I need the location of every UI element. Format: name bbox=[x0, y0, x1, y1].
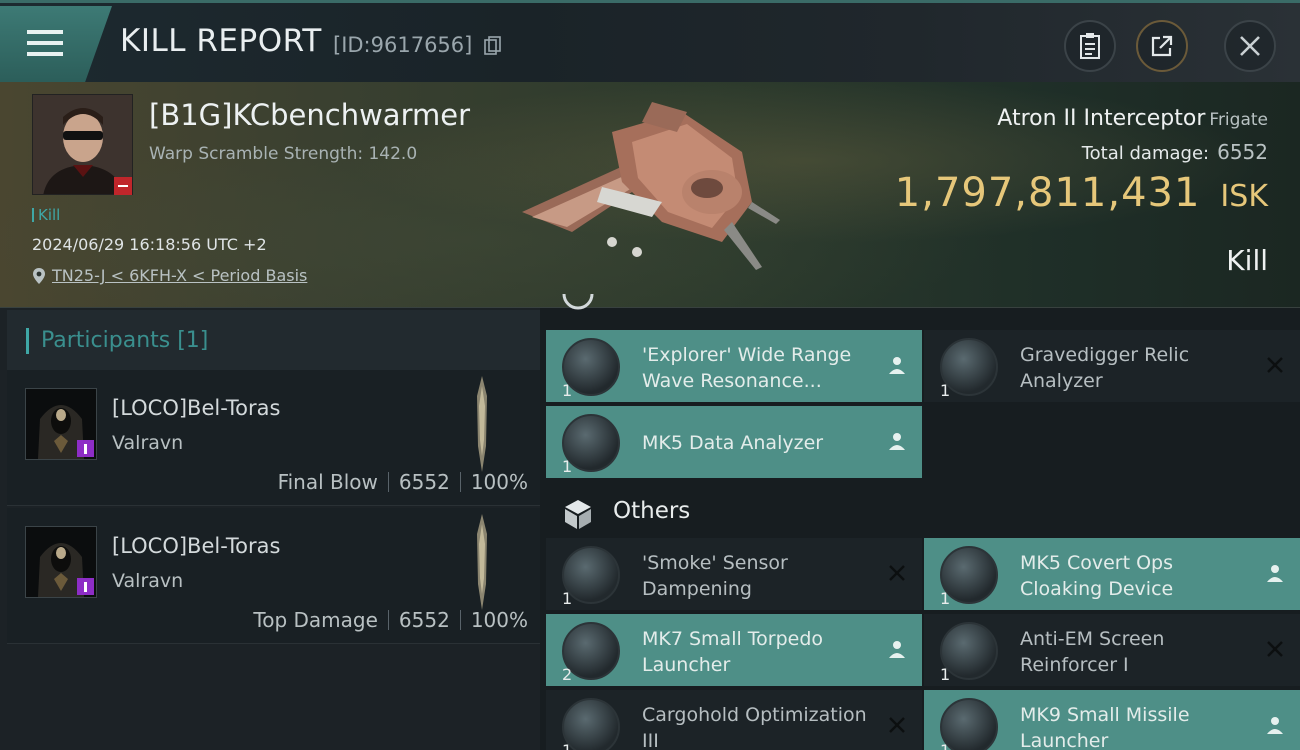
close-button[interactable] bbox=[1224, 20, 1276, 72]
item-row[interactable]: 1 'Smoke' Sensor Dampening bbox=[546, 538, 922, 610]
cube-icon bbox=[565, 500, 591, 529]
kill-tag: Kill bbox=[32, 206, 60, 224]
participants-title: Participants [1] bbox=[41, 328, 209, 353]
location-link[interactable]: TN25-J < 6KFH-X < Period Basis bbox=[52, 266, 307, 285]
report-id: [ID:9617656] bbox=[333, 33, 473, 57]
accent-bar bbox=[26, 328, 29, 354]
destroyed-x-icon bbox=[889, 717, 905, 733]
ship-name[interactable]: Atron II Interceptor Frigate bbox=[997, 106, 1268, 131]
corp-badge bbox=[77, 440, 94, 457]
item-quantity: 1 bbox=[940, 589, 951, 608]
share-icon bbox=[1151, 35, 1173, 57]
kill-datetime: 2024/06/29 16:18:56 UTC +2 bbox=[32, 235, 267, 254]
item-name: MK5 Data Analyzer bbox=[642, 432, 824, 454]
location-pin-icon bbox=[33, 267, 45, 284]
item-row[interactable]: 2 MK7 Small Torpedo Launcher bbox=[546, 614, 922, 686]
item-name: MK9 Small Missile Launcher bbox=[1020, 704, 1190, 750]
top-bar: KILL REPORT [ID:9617656] bbox=[0, 0, 1300, 82]
participant-name[interactable]: [LOCO]Bel-Toras bbox=[112, 534, 280, 558]
total-damage-label: Total damage: bbox=[1081, 143, 1210, 164]
fitted-section-icon bbox=[562, 294, 594, 310]
participant-ship: Valravn bbox=[112, 570, 184, 592]
item-quantity: 1 bbox=[940, 665, 951, 684]
participant-percent: 100% bbox=[470, 608, 528, 632]
item-row[interactable]: 1 MK5 Data Analyzer bbox=[546, 406, 922, 478]
hamburger-icon bbox=[27, 30, 63, 56]
close-icon bbox=[1240, 36, 1260, 56]
isk-unit: ISK bbox=[1220, 179, 1268, 214]
item-quantity: 1 bbox=[562, 381, 573, 400]
participant-name[interactable]: [LOCO]Bel-Toras bbox=[112, 396, 280, 420]
share-button[interactable] bbox=[1136, 20, 1188, 72]
clipboard-button[interactable] bbox=[1064, 20, 1116, 72]
victim-banner: [B1G]KCbenchwarmer Warp Scramble Strengt… bbox=[0, 82, 1300, 308]
participants-header: Participants [1] bbox=[7, 310, 540, 372]
warp-scramble-strength: Warp Scramble Strength: 142.0 bbox=[149, 144, 418, 164]
item-name: Anti-EM Screen Reinforcer I bbox=[1020, 628, 1165, 676]
hostile-badge bbox=[114, 177, 132, 195]
isk-amount: 1,797,811,431 bbox=[894, 170, 1201, 216]
kill-location[interactable]: TN25-J < 6KFH-X < Period Basis bbox=[32, 266, 307, 285]
destroyed-x-icon bbox=[1267, 357, 1283, 373]
page-title: KILL REPORT bbox=[120, 23, 322, 59]
item-name: MK7 Small Torpedo Launcher bbox=[642, 628, 824, 676]
person-icon bbox=[889, 357, 905, 374]
item-name: Gravedigger Relic Analyzer bbox=[1020, 344, 1190, 392]
isk-value: 1,797,811,431 ISK bbox=[895, 170, 1268, 216]
participant-ship-icon bbox=[477, 376, 487, 472]
participants-panel: Participants [1] [LOCO]Bel-Toras Valravn… bbox=[0, 308, 540, 750]
participant-stats: Final Blow 6552 100% bbox=[278, 470, 528, 494]
person-icon bbox=[1267, 717, 1283, 734]
item-row[interactable]: 1 Cargohold Optimization III bbox=[546, 690, 922, 750]
result-label: Kill bbox=[1226, 244, 1268, 277]
destroyed-x-icon bbox=[889, 565, 905, 581]
person-icon bbox=[889, 641, 905, 658]
participant-damage: 6552 bbox=[398, 608, 450, 632]
participant-avatar[interactable] bbox=[25, 388, 97, 460]
participant-ship: Valravn bbox=[112, 432, 184, 454]
clipboard-icon bbox=[1080, 33, 1100, 59]
item-row[interactable]: 1 'Explorer' Wide Range Wave Resonance..… bbox=[546, 330, 922, 402]
item-row[interactable]: 1 MK5 Covert Ops Cloaking Device bbox=[924, 538, 1300, 610]
participant-stats: Top Damage 6552 100% bbox=[253, 608, 528, 632]
item-name: 'Explorer' Wide Range Wave Resonance... bbox=[642, 344, 852, 392]
participant-avatar[interactable] bbox=[25, 526, 97, 598]
participant-percent: 100% bbox=[470, 470, 528, 494]
item-row[interactable]: 1 MK9 Small Missile Launcher bbox=[924, 690, 1300, 750]
participant-role: Top Damage bbox=[253, 608, 378, 632]
destroyed-x-icon bbox=[1267, 641, 1283, 657]
item-quantity: 2 bbox=[562, 665, 573, 684]
person-icon bbox=[1267, 565, 1283, 582]
others-label: Others bbox=[613, 498, 691, 524]
item-quantity: 1 bbox=[940, 381, 951, 400]
item-quantity: 1 bbox=[562, 741, 572, 750]
person-icon bbox=[889, 433, 905, 450]
item-quantity: 1 bbox=[562, 589, 573, 608]
item-name: MK5 Covert Ops Cloaking Device bbox=[1020, 552, 1174, 600]
participant-row[interactable]: [LOCO]Bel-Toras Valravn Top Damage 6552 10… bbox=[7, 508, 540, 644]
items-panel[interactable]: 1 'Explorer' Wide Range Wave Resonance..… bbox=[540, 294, 1300, 750]
item-name: Cargohold Optimization III bbox=[642, 704, 867, 750]
menu-button[interactable] bbox=[0, 6, 112, 82]
participant-role: Final Blow bbox=[277, 470, 378, 494]
participant-damage: 6552 bbox=[398, 470, 450, 494]
ship-class: Frigate bbox=[1209, 110, 1268, 130]
item-quantity: 1 bbox=[940, 741, 950, 750]
others-section-header: Others bbox=[540, 490, 1300, 538]
total-damage: Total damage: 6552 bbox=[1082, 140, 1268, 164]
copy-icon[interactable] bbox=[484, 36, 502, 56]
participant-row[interactable]: [LOCO]Bel-Toras Valravn Final Blow 6552 10… bbox=[7, 370, 540, 506]
total-damage-value: 6552 bbox=[1217, 140, 1268, 164]
item-quantity: 1 bbox=[562, 457, 573, 476]
item-row[interactable]: 1 Gravedigger Relic Analyzer bbox=[924, 330, 1300, 402]
victim-name[interactable]: [B1G]KCbenchwarmer bbox=[149, 98, 470, 132]
item-row[interactable]: 1 Anti-EM Screen Reinforcer I bbox=[924, 614, 1300, 686]
participant-ship-icon bbox=[477, 514, 487, 610]
corp-badge bbox=[77, 578, 94, 595]
item-name: 'Smoke' Sensor Dampening bbox=[642, 552, 788, 600]
ship-name-text: Atron II Interceptor bbox=[997, 106, 1206, 131]
ship-render-image bbox=[522, 102, 780, 270]
